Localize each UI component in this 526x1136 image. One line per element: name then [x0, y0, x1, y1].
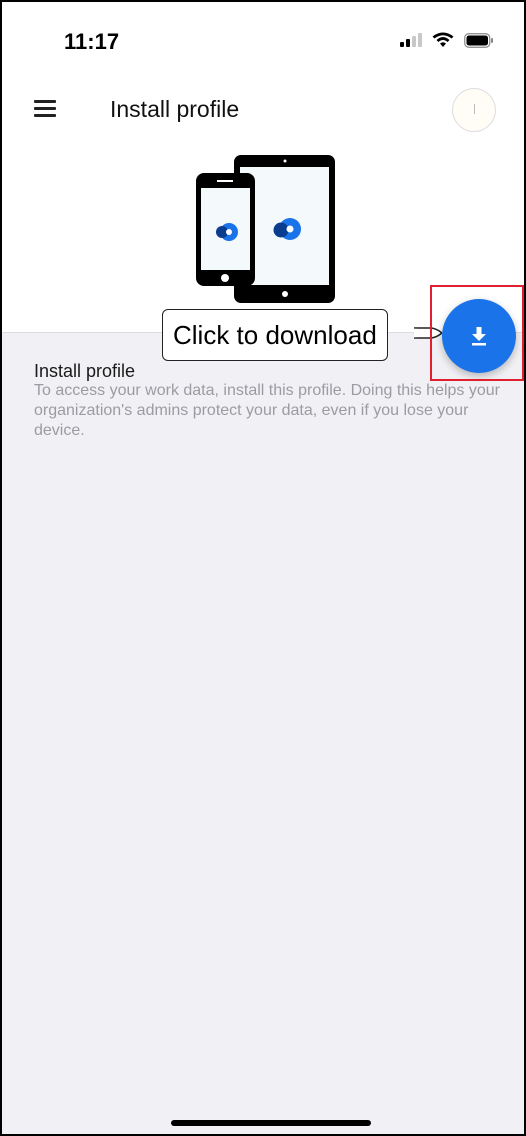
status-time: 11:17 [64, 29, 120, 54]
section-title: Install profile [34, 361, 136, 381]
status-bar: 11:17 [2, 2, 524, 82]
download-tooltip: Click to download [162, 309, 388, 361]
download-icon [472, 327, 486, 346]
description-text: To access your work data, install this p… [34, 382, 500, 439]
menu-button[interactable] [34, 96, 64, 126]
app-bar: Install profile [2, 82, 524, 142]
menu-icon [34, 100, 56, 103]
status-icons [400, 32, 494, 48]
page-title: Install profile [110, 96, 240, 122]
wifi-icon [432, 32, 454, 47]
devices-illustration [196, 155, 335, 303]
hero-illustration [2, 142, 524, 332]
content-area: Install profile To access your work data… [2, 332, 524, 1134]
download-button[interactable] [442, 299, 516, 373]
home-indicator[interactable] [171, 1120, 371, 1126]
phone-screen: 11:17 Install profile Install profile To… [0, 0, 526, 1136]
avatar-icon[interactable] [452, 88, 496, 132]
signal-icon [400, 33, 422, 47]
battery-icon [464, 32, 493, 48]
